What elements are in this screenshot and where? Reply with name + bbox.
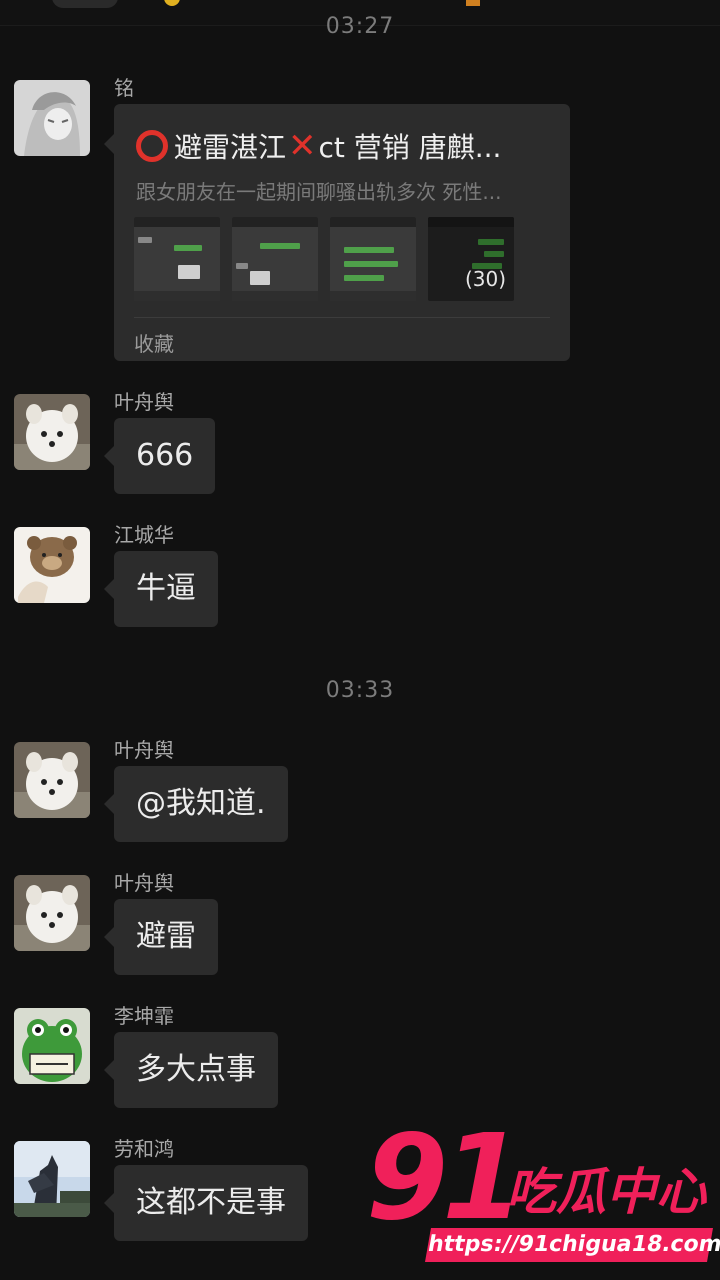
avatar[interactable] <box>14 1008 90 1084</box>
sender-name: 江城华 <box>114 523 174 547</box>
message-bubble[interactable]: 666 <box>103 418 216 494</box>
message-bubble[interactable]: 这都不是事 <box>104 1165 308 1241</box>
avatar[interactable] <box>14 875 90 951</box>
timestamp: 03:33 <box>325 678 395 703</box>
timestamp: 03:27 <box>325 14 395 39</box>
sender-name: 叶舟舆 <box>114 738 174 762</box>
watermark-number: 91 <box>366 1108 524 1246</box>
emoji-icon <box>466 0 480 6</box>
thumbnail-image[interactable] <box>134 217 220 301</box>
image-count: (30) <box>464 267 506 291</box>
avatar[interactable] <box>14 394 90 470</box>
message-bubble[interactable]: 牛逼 <box>104 551 218 627</box>
divider <box>134 317 550 318</box>
avatar[interactable] <box>14 80 90 156</box>
red-circle-icon <box>136 130 168 162</box>
sender-name: 叶舟舆 <box>114 871 174 895</box>
thumbnail-image[interactable] <box>232 217 318 301</box>
avatar[interactable] <box>14 1141 90 1217</box>
avatar[interactable] <box>14 527 90 603</box>
avatar[interactable] <box>14 742 90 818</box>
sender-name: 李坤霏 <box>114 1004 174 1028</box>
thumbnail-strip: (30) <box>134 217 554 301</box>
thumbnail-image[interactable]: (30) <box>428 217 514 301</box>
message-bubble[interactable]: @我知道. <box>104 766 288 842</box>
emoji-icon <box>164 0 180 6</box>
card-title: 避雷湛江 ✕ ct 营销 唐麒... <box>136 126 556 166</box>
watermark-url: https://91chigua18.com <box>425 1228 720 1262</box>
red-cross-icon: ✕ <box>288 126 317 166</box>
sender-name: 铭 <box>114 76 134 100</box>
message-bubble[interactable]: 多大点事 <box>104 1032 278 1108</box>
favorites-card[interactable]: 避雷湛江 ✕ ct 营销 唐麒... 跟女朋友在一起期间聊骚出轨多次 死性... <box>104 104 570 361</box>
sender-name: 劳和鸿 <box>114 1137 174 1161</box>
watermark-logo: 91 吃瓜中心 https://91chigua18.com <box>366 1112 720 1270</box>
watermark-name: 吃瓜中心 <box>506 1163 706 1221</box>
back-button[interactable] <box>52 0 118 8</box>
sender-name: 叶舟舆 <box>114 390 174 414</box>
message-bubble[interactable]: 避雷 <box>104 899 218 975</box>
card-source-label: 收藏 <box>134 332 174 356</box>
thumbnail-image[interactable] <box>330 217 416 301</box>
card-description: 跟女朋友在一起期间聊骚出轨多次 死性... <box>136 180 502 204</box>
